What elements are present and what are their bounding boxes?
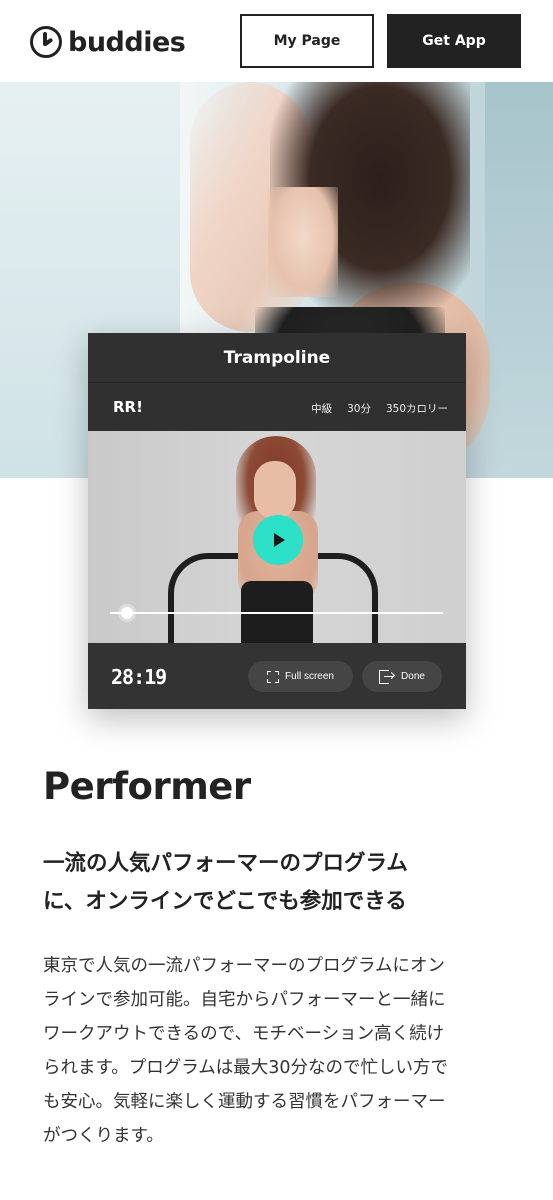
player-title: Trampoline xyxy=(88,333,466,383)
body-line: ラインで参加可能。自宅からパフォーマーと一緒に xyxy=(43,990,446,1010)
buddies-logo-icon xyxy=(30,26,62,58)
program-calories: 350カロリー xyxy=(385,403,448,415)
body-line: 東京で人気の一流パフォーマーのプログラムにオン xyxy=(43,956,445,976)
exit-icon xyxy=(379,669,396,684)
section-title: Performer xyxy=(43,765,251,808)
progress-track[interactable] xyxy=(110,612,443,614)
site-header: buddies My Page Get App xyxy=(0,0,553,82)
play-button[interactable] xyxy=(253,515,303,565)
body-line: がつくります。 xyxy=(43,1126,164,1146)
play-icon xyxy=(274,533,285,547)
body-line: ワークアウトできるので、モチベーション高く続け xyxy=(43,1024,445,1044)
video-player-card: Trampoline RR! 中級 30分 350カロリー 28:19 Full… xyxy=(88,333,466,709)
program-level: 中級 xyxy=(311,403,333,415)
section-lead: 一流の人気パフォーマーのプログラム に、オンラインでどこでも参加できる xyxy=(43,845,513,921)
done-label: Done xyxy=(401,671,425,682)
lead-line: に、オンラインでどこでも参加できる xyxy=(43,889,407,914)
section-body: 東京で人気の一流パフォーマーのプログラムにオン ラインで参加可能。自宅からパフォ… xyxy=(43,949,513,1153)
video-area[interactable] xyxy=(88,431,466,643)
my-page-button[interactable]: My Page xyxy=(240,14,374,68)
program-info-bar: RR! 中級 30分 350カロリー xyxy=(88,383,466,431)
player-controls: 28:19 Full screen Done xyxy=(88,643,466,709)
body-line: も安心。気軽に楽しく運動する習慣をパフォーマー xyxy=(43,1092,446,1112)
program-meta: 中級 30分 350カロリー xyxy=(311,401,448,416)
progress-handle[interactable] xyxy=(120,607,133,619)
fullscreen-icon xyxy=(267,670,280,683)
logo-text: buddies xyxy=(68,26,186,58)
time-display: 28:19 xyxy=(111,665,167,689)
fullscreen-label: Full screen xyxy=(285,671,334,682)
body-line: られます。プログラムは最大30分なので忙しい方で xyxy=(43,1058,448,1078)
program-name: RR! xyxy=(113,398,143,416)
done-button[interactable]: Done xyxy=(362,661,442,692)
fullscreen-button[interactable]: Full screen xyxy=(248,661,353,692)
program-duration: 30分 xyxy=(347,403,371,415)
get-app-button[interactable]: Get App xyxy=(387,14,521,68)
logo[interactable]: buddies xyxy=(30,26,186,58)
lead-line: 一流の人気パフォーマーのプログラム xyxy=(43,851,408,876)
